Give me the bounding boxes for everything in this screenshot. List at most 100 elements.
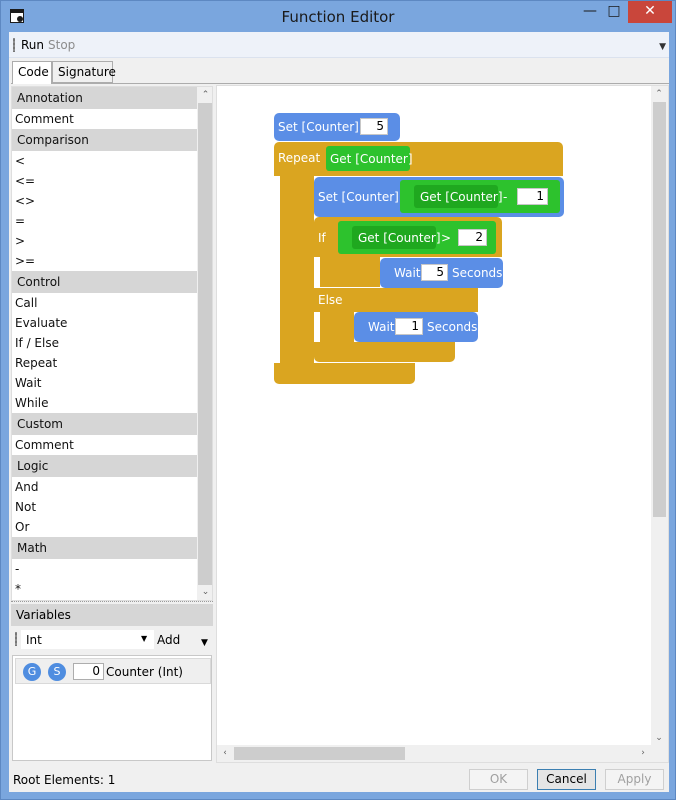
inner-set-label: Set [Counter]	[318, 190, 399, 204]
repeat-block[interactable]: Repeat Get [Counter]	[274, 142, 563, 176]
set-variable-button[interactable]: S	[48, 663, 66, 681]
variables-toolbar-grip-icon[interactable]	[15, 632, 17, 646]
palette-item-multiply[interactable]: *	[12, 579, 197, 599]
palette-scrollbar[interactable]: ⌃ ⌄	[197, 87, 212, 600]
client-area: Run Stop ▼ Code Signature Annotation Com…	[9, 32, 669, 792]
compare-get-label: Get [Counter]	[358, 231, 441, 245]
palette-item-while[interactable]: While	[12, 393, 197, 413]
inner-set-counter-block[interactable]: Set [Counter] Get [Counter] - 1	[314, 177, 564, 217]
dropdown-arrow-icon[interactable]: ▼	[141, 634, 147, 643]
wait-5-label: Wait	[394, 266, 421, 280]
palette-item-not[interactable]: Not	[12, 497, 197, 517]
canvas-horizontal-scrollbar[interactable]: ‹ ›	[217, 745, 651, 762]
palette-item-if-else[interactable]: If / Else	[12, 333, 197, 353]
run-button[interactable]: Run	[21, 38, 44, 52]
else-label: Else	[318, 293, 343, 307]
repeat-label: Repeat	[278, 151, 321, 165]
palette-item-equal[interactable]: =	[12, 211, 197, 231]
palette-item-greater-equal[interactable]: >=	[12, 251, 197, 271]
palette-scroll-thumb[interactable]	[198, 103, 212, 585]
compare-operator: >	[441, 231, 452, 245]
variable-initial-value[interactable]: 0	[73, 663, 104, 680]
repeat-body-bar	[280, 176, 314, 366]
set-block-label: Set [Counter]	[278, 120, 359, 134]
palette-item-less[interactable]: <	[12, 151, 197, 171]
title-bar[interactable]: Function Editor — □ ✕	[1, 1, 675, 31]
subtract-get-counter[interactable]: Get [Counter]	[414, 185, 503, 208]
wait-5-input[interactable]: 5	[421, 264, 448, 281]
subtract-expression[interactable]: Get [Counter] - 1	[400, 180, 560, 213]
code-tab-content: Annotation Comment Comparison < <= <> = …	[11, 83, 669, 763]
scroll-up-icon[interactable]: ⌃	[197, 87, 212, 103]
wait-1-label: Wait	[368, 320, 395, 334]
compare-value-input[interactable]: 2	[458, 229, 487, 246]
canvas-scroll-right-icon[interactable]: ›	[635, 745, 651, 761]
repeat-condition-get[interactable]: Get [Counter]	[326, 146, 413, 171]
palette-list: Annotation Comment Comparison < <= <> = …	[12, 87, 197, 599]
scrollbar-corner	[651, 745, 668, 762]
add-variable-button[interactable]: Add	[157, 633, 180, 647]
category-comparison: Comparison	[12, 129, 197, 151]
canvas-scroll-up-icon[interactable]: ⌃	[651, 86, 667, 102]
status-bar: Root Elements: 1 OK Cancel Apply	[9, 767, 669, 792]
compare-get-counter[interactable]: Get [Counter]	[352, 226, 441, 249]
palette-item-not-equal[interactable]: <>	[12, 191, 197, 211]
scroll-down-icon[interactable]: ⌄	[197, 584, 212, 600]
subtract-value-input[interactable]: 1	[517, 188, 548, 205]
palette-item-or[interactable]: Or	[12, 517, 197, 537]
category-custom: Custom	[12, 413, 197, 435]
category-math: Math	[12, 537, 197, 559]
wait-5-unit: Seconds	[452, 266, 503, 280]
canvas-vertical-scrollbar[interactable]: ⌃ ⌄	[651, 86, 668, 746]
variables-panel: Variables Int ▼ Add ▼ G S 0 Counter (Int…	[11, 604, 213, 763]
canvas-horizontal-thumb[interactable]	[234, 747, 405, 760]
cancel-button[interactable]: Cancel	[537, 769, 596, 790]
block-palette: Annotation Comment Comparison < <= <> = …	[11, 86, 213, 601]
subtract-get-label: Get [Counter]	[420, 190, 503, 204]
close-icon[interactable]: ✕	[628, 1, 672, 23]
tab-signature[interactable]: Signature	[52, 61, 116, 83]
maximize-icon[interactable]: □	[599, 1, 629, 23]
wait-1-block[interactable]: Wait 1 Seconds	[354, 312, 478, 342]
palette-item-less-equal[interactable]: <=	[12, 171, 197, 191]
palette-item-minus[interactable]: -	[12, 559, 197, 579]
palette-item-and[interactable]: And	[12, 477, 197, 497]
else-body-bar	[320, 312, 354, 342]
canvas-vertical-thumb[interactable]	[653, 102, 666, 517]
category-logic: Logic	[12, 455, 197, 477]
category-control: Control	[12, 271, 197, 293]
root-elements-count: Root Elements: 1	[13, 773, 116, 787]
stop-button[interactable]: Stop	[48, 38, 75, 52]
set-value-input[interactable]: 5	[360, 118, 388, 135]
palette-item-comment[interactable]: Comment	[12, 109, 197, 129]
palette-item-custom-comment[interactable]: Comment	[12, 435, 197, 455]
variables-toolbar: Int ▼ Add ▼	[11, 626, 213, 652]
canvas-scroll-down-icon[interactable]: ⌄	[651, 730, 667, 746]
canvas-scroll-left-icon[interactable]: ‹	[217, 745, 233, 761]
tab-code[interactable]: Code	[12, 61, 52, 84]
code-canvas[interactable]: Set [Counter] 5 Repeat Get [Counter] Set…	[216, 85, 669, 763]
toolbar-overflow-icon[interactable]: ▼	[659, 42, 666, 52]
if-body-bar	[320, 257, 380, 287]
palette-item-wait[interactable]: Wait	[12, 373, 197, 393]
category-annotation: Annotation	[12, 87, 197, 109]
wait-1-input[interactable]: 1	[395, 318, 423, 335]
else-block[interactable]: Else	[314, 288, 478, 312]
ok-button[interactable]: OK	[469, 769, 528, 790]
get-variable-button[interactable]: G	[23, 663, 41, 681]
variable-type-select[interactable]: Int	[21, 630, 154, 649]
palette-item-evaluate[interactable]: Evaluate	[12, 313, 197, 333]
palette-item-greater[interactable]: >	[12, 231, 197, 251]
variables-overflow-icon[interactable]: ▼	[201, 638, 208, 648]
compare-expression[interactable]: Get [Counter] > 2	[338, 221, 496, 254]
apply-button[interactable]: Apply	[605, 769, 664, 790]
palette-item-repeat[interactable]: Repeat	[12, 353, 197, 373]
if-label: If	[318, 231, 326, 245]
wait-5-block[interactable]: Wait 5 Seconds	[380, 258, 503, 288]
set-counter-block[interactable]: Set [Counter] 5	[274, 113, 400, 141]
toolbar-grip-icon[interactable]	[13, 38, 15, 52]
palette-item-call[interactable]: Call	[12, 293, 197, 313]
variable-row[interactable]: G S 0 Counter (Int)	[15, 658, 211, 684]
main-toolbar: Run Stop ▼	[9, 32, 669, 58]
if-block[interactable]: If Get [Counter] > 2	[314, 217, 502, 257]
